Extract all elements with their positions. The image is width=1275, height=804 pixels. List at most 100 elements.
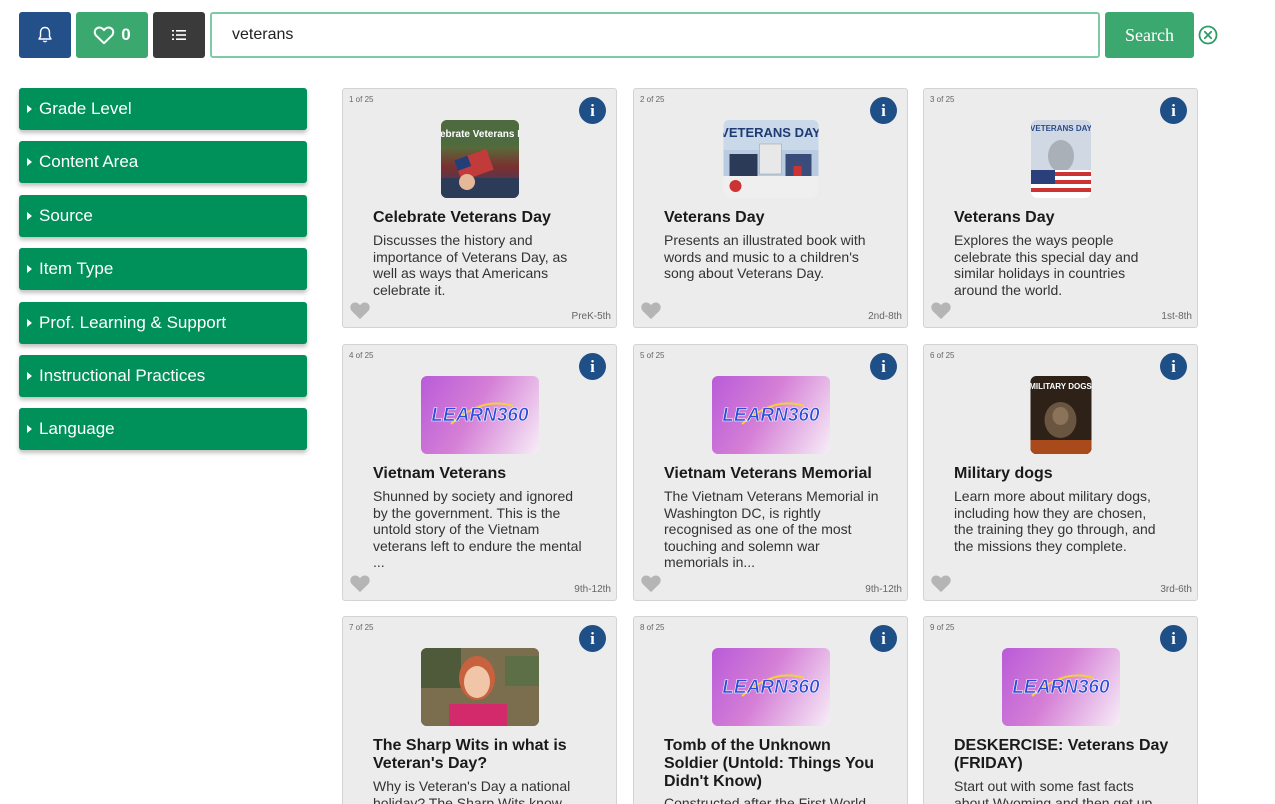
- result-title[interactable]: Vietnam Veterans Memorial: [664, 465, 887, 483]
- facet-prof-learning[interactable]: Prof. Learning & Support: [19, 301, 307, 344]
- caret-right-icon: [27, 158, 32, 167]
- learn360-logo-image: LEARN360: [1012, 674, 1110, 698]
- result-card[interactable]: 1 of 25 i Celebrate Veterans Day Celebra…: [342, 88, 617, 328]
- result-description: Shunned by society and ignored by the go…: [373, 488, 582, 570]
- info-icon[interactable]: i: [870, 625, 897, 652]
- caret-right-icon: [27, 425, 32, 434]
- facet-label: Content Area: [39, 152, 139, 172]
- notifications-button[interactable]: [19, 12, 71, 58]
- facet-item-type[interactable]: Item Type: [19, 248, 307, 291]
- caret-right-icon: [27, 211, 32, 220]
- result-description: Constructed after the First World...: [664, 795, 878, 804]
- caret-right-icon: [27, 318, 32, 327]
- facet-label: Grade Level: [39, 99, 132, 118]
- thumb-text: VETERANS DAY: [1031, 124, 1091, 133]
- veterans-day-book-cover-image: Celebrate Veterans Day: [440, 120, 519, 198]
- clear-search-icon[interactable]: [1198, 25, 1218, 45]
- result-card[interactable]: 3 of 25 i VETERANS DAY Veterans Day Expl…: [923, 88, 1198, 328]
- heart-icon[interactable]: [349, 573, 371, 593]
- result-thumbnail[interactable]: LEARN360: [1001, 648, 1120, 726]
- search-input[interactable]: [210, 12, 1100, 58]
- heart-icon[interactable]: [640, 573, 662, 593]
- info-icon[interactable]: i: [870, 353, 897, 380]
- info-icon[interactable]: i: [1160, 353, 1187, 380]
- list-view-button[interactable]: [153, 12, 205, 58]
- result-card[interactable]: 7 of 25 i The Sharp Wits in what is Vete…: [342, 616, 617, 804]
- facet-grade-level[interactable]: Grade Level: [19, 88, 307, 130]
- facet-label: Item Type: [39, 259, 114, 279]
- result-thumbnail[interactable]: LEARN360: [420, 376, 539, 454]
- heart-icon[interactable]: [349, 300, 371, 320]
- result-title[interactable]: Veterans Day: [664, 209, 887, 227]
- grade-range: 9th-12th: [865, 584, 902, 595]
- child-video-still-image: [420, 648, 539, 726]
- favorites-count: 0: [121, 25, 131, 44]
- result-thumbnail[interactable]: LEARN360: [711, 648, 830, 726]
- military-dogs-book-cover-image: MILITARY DOGS: [1030, 376, 1091, 454]
- favorites-button[interactable]: 0: [76, 12, 148, 58]
- heart-icon[interactable]: [930, 300, 952, 320]
- result-count: 2 of 25: [640, 95, 665, 104]
- learn360-logo-image: LEARN360: [722, 674, 820, 698]
- veterans-day-illustration-image: VETERANS DAY: [723, 120, 818, 198]
- facet-content-area[interactable]: Content Area: [19, 141, 307, 184]
- caret-right-icon: [27, 265, 32, 274]
- result-count: 1 of 25: [349, 95, 374, 104]
- facet-instructional-practices[interactable]: Instructional Practices: [19, 354, 307, 397]
- info-icon[interactable]: i: [579, 625, 606, 652]
- thumb-text: Celebrate Veterans Day: [441, 129, 519, 140]
- result-count: 6 of 25: [930, 351, 955, 360]
- heart-outline-icon: [94, 26, 115, 45]
- result-title[interactable]: Vietnam Veterans: [373, 465, 596, 483]
- learn360-logo-image: LEARN360: [722, 402, 820, 426]
- facet-label: Instructional Practices: [39, 365, 206, 385]
- result-card[interactable]: 2 of 25 i VETERANS DAY Veterans Day Pres…: [633, 88, 908, 328]
- filter-sidebar: Grade Level Content Area Source Item Typ…: [19, 88, 307, 462]
- result-thumbnail[interactable]: LEARN360: [711, 376, 830, 454]
- thumb-text: MILITARY DOGS: [1030, 382, 1091, 391]
- result-thumbnail[interactable]: [420, 648, 539, 726]
- result-card[interactable]: 8 of 25 i LEARN360 Tomb of the Unknown S…: [633, 616, 908, 804]
- result-thumbnail[interactable]: VETERANS DAY: [1030, 120, 1091, 198]
- result-description: Learn more about military dogs, includin…: [954, 488, 1156, 554]
- grade-range: 2nd-8th: [868, 311, 902, 322]
- info-icon[interactable]: i: [870, 97, 897, 124]
- result-title[interactable]: Military dogs: [954, 465, 1177, 483]
- result-count: 3 of 25: [930, 95, 955, 104]
- result-card[interactable]: 9 of 25 i LEARN360 DESKERCISE: Veterans …: [923, 616, 1198, 804]
- heart-icon[interactable]: [930, 573, 952, 593]
- facet-label: Source: [39, 205, 93, 225]
- result-thumbnail[interactable]: Celebrate Veterans Day: [440, 120, 519, 198]
- learn360-logo-image: LEARN360: [431, 402, 529, 426]
- result-count: 7 of 25: [349, 623, 374, 632]
- heart-icon[interactable]: [640, 300, 662, 320]
- caret-right-icon: [27, 371, 32, 380]
- info-icon[interactable]: i: [1160, 625, 1187, 652]
- result-description: Why is Veteran's Day a national holiday?…: [373, 778, 573, 804]
- info-icon[interactable]: i: [579, 353, 606, 380]
- grade-range: 9th-12th: [574, 584, 611, 595]
- result-thumbnail[interactable]: MILITARY DOGS: [1030, 376, 1091, 454]
- thumb-text: LEARN360: [722, 405, 820, 426]
- caret-right-icon: [27, 105, 32, 113]
- result-card[interactable]: 6 of 25 i MILITARY DOGS Military dogs Le…: [923, 344, 1198, 601]
- result-title[interactable]: Tomb of the Unknown Soldier (Untold: Thi…: [664, 737, 887, 791]
- thumb-text: LEARN360: [1012, 677, 1110, 698]
- result-title[interactable]: Veterans Day: [954, 209, 1177, 227]
- result-count: 4 of 25: [349, 351, 374, 360]
- result-card[interactable]: 4 of 25 i LEARN360 Vietnam Veterans Shun…: [342, 344, 617, 601]
- result-title[interactable]: DESKERCISE: Veterans Day (FRIDAY): [954, 737, 1177, 773]
- result-card[interactable]: 5 of 25 i LEARN360 Vietnam Veterans Memo…: [633, 344, 908, 601]
- facet-language[interactable]: Language: [19, 408, 307, 451]
- facet-source[interactable]: Source: [19, 194, 307, 237]
- info-icon[interactable]: i: [1160, 97, 1187, 124]
- search-button[interactable]: Search: [1105, 12, 1194, 58]
- result-description: Explores the ways people celebrate this …: [954, 232, 1139, 298]
- list-icon: [172, 30, 186, 40]
- result-description: Start out with some fast facts about Wyo…: [954, 778, 1165, 804]
- result-title[interactable]: The Sharp Wits in what is Veteran's Day?: [373, 737, 596, 773]
- top-toolbar: 0 Search: [19, 12, 1259, 58]
- result-title[interactable]: Celebrate Veterans Day: [373, 209, 596, 227]
- info-icon[interactable]: i: [579, 97, 606, 124]
- result-thumbnail[interactable]: VETERANS DAY: [723, 120, 818, 198]
